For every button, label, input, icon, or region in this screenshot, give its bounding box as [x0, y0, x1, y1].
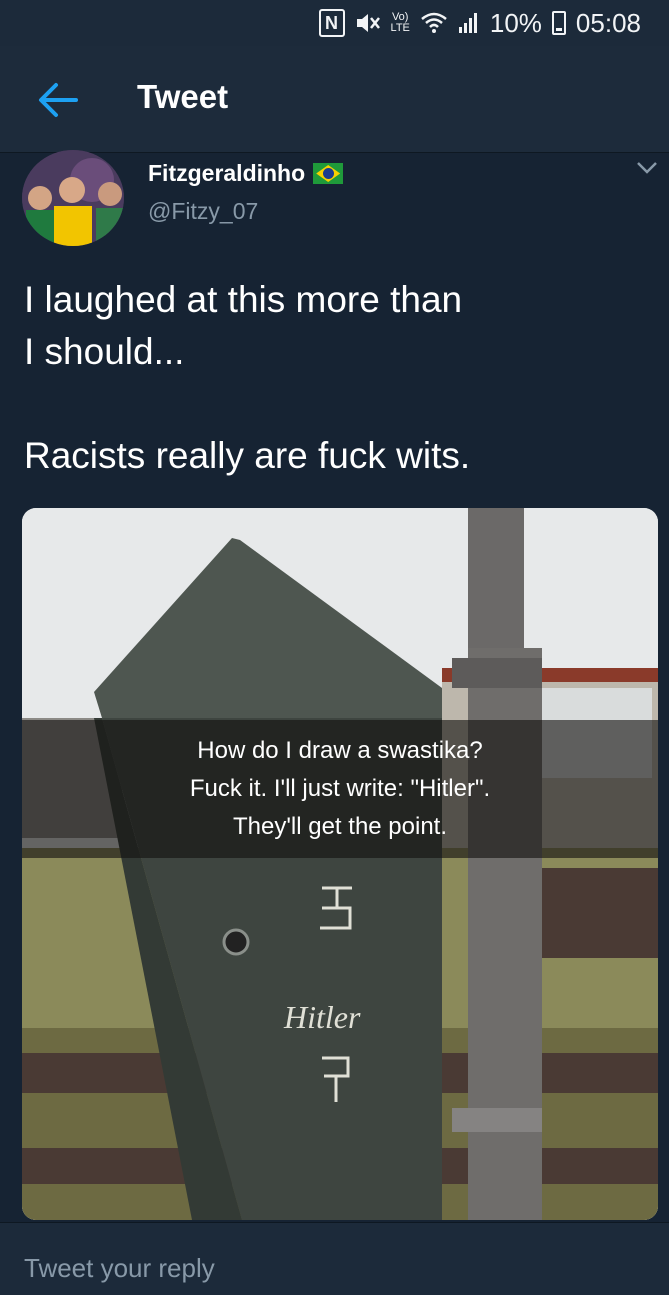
snap-caption-bar: How do I draw a swastika? Fuck it. I'll …: [22, 720, 658, 858]
chevron-down-icon: [637, 162, 657, 174]
clock: 05:08: [575, 7, 641, 38]
arrow-left-icon: [39, 83, 78, 117]
tweet-media-image[interactable]: Hitler How do I draw a swastika? Fuck it…: [22, 508, 658, 1220]
tweet-text: I laughed at this more than I should... …: [24, 279, 471, 476]
caption-line-1: How do I draw a swastika?: [197, 737, 483, 764]
wifi-icon: [420, 12, 448, 34]
app-header: Tweet: [0, 46, 669, 153]
back-button[interactable]: [36, 80, 78, 120]
author-name[interactable]: Fitzgeraldinho: [148, 160, 344, 187]
status-bar: N Vo) LTE 10% 05:08: [0, 0, 669, 46]
reply-input-placeholder[interactable]: Tweet your reply: [24, 1253, 215, 1284]
volte-icon: Vo) LTE: [390, 11, 410, 34]
caption-line-2: Fuck it. I'll just write: "Hitler".: [189, 775, 491, 802]
author-name-text: Fitzgeraldinho: [148, 160, 306, 186]
signal-icon: [458, 12, 480, 34]
brazil-flag-icon: [313, 163, 344, 184]
battery-percent: 10%: [489, 7, 542, 38]
mute-icon: [355, 11, 381, 35]
battery-icon: [551, 11, 566, 35]
photo-scene: Hitler: [22, 508, 658, 1220]
page-title: Tweet: [137, 78, 229, 115]
more-options-button[interactable]: [636, 160, 658, 176]
caption-line-3: They'll get the point.: [232, 813, 448, 840]
graffiti-text: Hitler: [283, 999, 361, 1035]
reply-bar[interactable]: Tweet your reply: [0, 1222, 669, 1295]
nfc-icon: N: [318, 9, 345, 37]
author-handle[interactable]: @Fitzy_07: [148, 198, 258, 225]
avatar[interactable]: [22, 150, 124, 246]
